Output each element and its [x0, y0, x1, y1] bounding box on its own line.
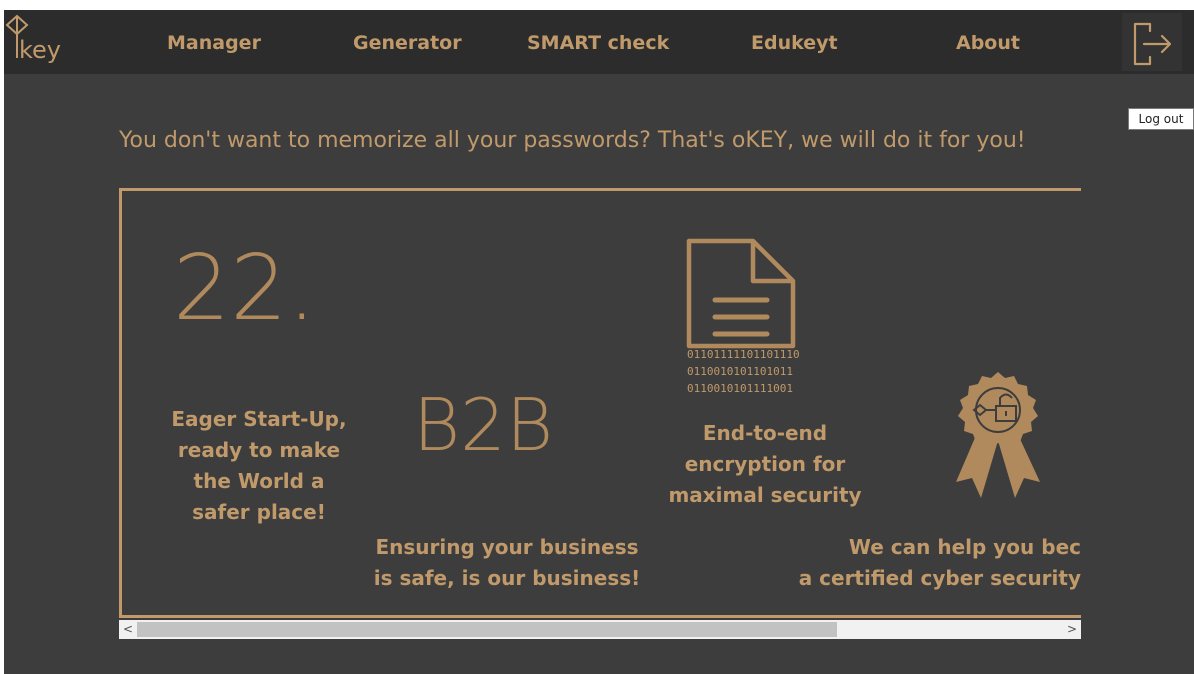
- b2b-text-line: Ensuring your business: [375, 535, 639, 559]
- binary-line: 01101111101101110: [687, 348, 800, 361]
- encryption-text: End-to-end encryption for maximal securi…: [645, 418, 885, 511]
- key-logo[interactable]: key: [4, 10, 64, 74]
- logout-icon: [1133, 22, 1172, 66]
- startup-text: Eager Start-Up, ready to make the World …: [144, 404, 374, 528]
- frame-top-border: [119, 188, 1081, 191]
- startup-text-line: ready to make: [177, 438, 341, 462]
- nav-item-edukeyt[interactable]: Edukeyt: [751, 10, 838, 74]
- binary-line: 0110010101111001: [687, 382, 793, 395]
- logout-tooltip: Log out: [1128, 108, 1194, 130]
- startup-number: 22.: [173, 236, 317, 341]
- b2b-text-line: is safe, is our business!: [373, 566, 641, 590]
- document-icon: [686, 238, 796, 349]
- startup-text-line: the World a: [193, 469, 325, 493]
- nav-item-generator[interactable]: Generator: [353, 10, 462, 74]
- nav-item-smart-check[interactable]: SMART check: [527, 10, 669, 74]
- award-ribbon-icon: [956, 372, 1040, 498]
- hero-slogan: You don't want to memorize all your pass…: [119, 128, 1026, 153]
- encryption-text-line: maximal security: [668, 483, 862, 507]
- app-window: key Manager Generator SMART check Edukey…: [4, 10, 1194, 674]
- encryption-text-line: encryption for: [684, 452, 846, 476]
- certified-text-line: We can help you bec: [848, 535, 1081, 559]
- nav-item-manager[interactable]: Manager: [167, 10, 261, 74]
- startup-text-line: safer place!: [192, 500, 326, 524]
- scrollbar-thumb[interactable]: [137, 622, 837, 637]
- binary-code: 01101111101101110 0110010101101011 01100…: [687, 346, 800, 397]
- chevron-right-icon[interactable]: >: [1063, 620, 1081, 639]
- frame-bottom-border: [119, 615, 1081, 618]
- svg-text:key: key: [19, 36, 61, 64]
- certified-text: We can help you bec a certified cyber se…: [781, 532, 1081, 594]
- certified-text-line: a certified cyber security: [798, 566, 1081, 590]
- frame-left-border: [119, 188, 122, 618]
- features-carousel: 22. Eager Start-Up, ready to make the Wo…: [119, 188, 1081, 618]
- b2b-text: Ensuring your business is safe, is our b…: [347, 532, 667, 594]
- b2b-heading: B2B: [413, 383, 554, 467]
- top-navbar: key Manager Generator SMART check Edukey…: [4, 10, 1194, 74]
- encryption-text-line: End-to-end: [702, 421, 828, 445]
- nav-item-about[interactable]: About: [956, 10, 1020, 74]
- binary-line: 0110010101101011: [687, 365, 793, 378]
- horizontal-scrollbar[interactable]: < >: [119, 620, 1081, 639]
- startup-text-line: Eager Start-Up,: [171, 407, 347, 431]
- logout-button[interactable]: [1122, 13, 1182, 71]
- chevron-left-icon[interactable]: <: [119, 620, 137, 639]
